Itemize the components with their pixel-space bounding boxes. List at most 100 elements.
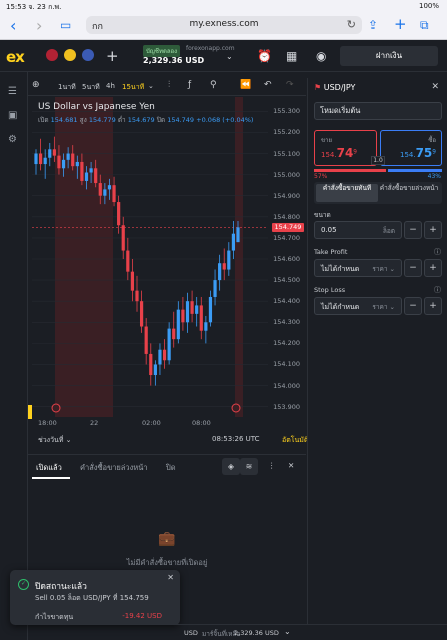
sentiment-bar bbox=[314, 169, 442, 172]
more-options-icon[interactable]: ⋮ bbox=[268, 461, 276, 470]
volume-label: ขนาด bbox=[314, 211, 331, 219]
app-header: ex + บัญชีทดลอง forexonapp.com 2,329.36 … bbox=[0, 40, 447, 72]
group-view-icon[interactable]: ◈ bbox=[222, 458, 240, 475]
toast-close-button[interactable]: ✕ bbox=[167, 573, 174, 582]
back-button[interactable]: ‹ bbox=[10, 16, 16, 35]
close-icon[interactable]: ✕ bbox=[431, 82, 439, 92]
y-tick-label: 154.800 bbox=[273, 212, 300, 221]
candle-body bbox=[43, 157, 47, 165]
event-marker-icon[interactable] bbox=[231, 403, 241, 413]
alarm-icon[interactable]: ⏰ bbox=[257, 49, 272, 63]
deposit-button[interactable]: ฝากเงิน bbox=[340, 46, 438, 66]
y-tick-label: 154.200 bbox=[273, 339, 300, 348]
redo-icon[interactable]: ↷ bbox=[286, 80, 294, 90]
timeframe-4h[interactable]: 4h bbox=[106, 82, 115, 90]
chart-type-icon[interactable]: ⫶ bbox=[168, 80, 170, 90]
date-range-selector[interactable]: ช่วงวันที่ ⌄ bbox=[38, 435, 72, 446]
volume-value: 0.05 bbox=[321, 226, 337, 234]
candle-body bbox=[158, 349, 162, 365]
y-tick-label: 154.400 bbox=[273, 297, 300, 306]
low-label: ต่ำ bbox=[117, 116, 126, 124]
stop-loss-decrease-button[interactable]: − bbox=[404, 297, 422, 315]
volume-input[interactable]: 0.05 ล็อต bbox=[314, 221, 402, 239]
timeframe-1m[interactable]: 1นาที bbox=[58, 82, 76, 93]
calendar-icon[interactable]: ▣ bbox=[8, 110, 17, 121]
timeframe-15m[interactable]: 15นาที bbox=[122, 82, 144, 93]
info-icon[interactable]: ⓘ bbox=[434, 247, 441, 257]
profile-icon[interactable]: ◉ bbox=[316, 49, 326, 63]
volume-decrease-button[interactable]: − bbox=[404, 221, 422, 239]
settings-gear-icon[interactable]: ⚙ bbox=[8, 134, 17, 145]
stop-loss-unit[interactable]: ราคา ⌄ bbox=[372, 302, 395, 312]
scroll-handle[interactable] bbox=[28, 405, 32, 419]
candle-body bbox=[71, 153, 75, 167]
price-chart[interactable]: US Dollar vs Japanese Yen เปิด 154.681 ส… bbox=[28, 97, 308, 452]
toast-pl-value: -19.42 USD bbox=[122, 612, 162, 620]
flag-icon[interactable] bbox=[46, 49, 58, 61]
stop-loss-increase-button[interactable]: + bbox=[424, 297, 442, 315]
volume-increase-button[interactable]: + bbox=[424, 221, 442, 239]
buy-button[interactable]: ซื้อ 154.759 bbox=[380, 130, 442, 166]
tab-pending-order[interactable]: คำสั่งซื้อขายล่วงหน้า bbox=[378, 184, 440, 202]
drawing-tools-icon[interactable]: ⚲ bbox=[210, 80, 217, 90]
tabs-icon[interactable]: ⧉ bbox=[420, 18, 429, 33]
x-tick-label: 08:00 bbox=[192, 419, 211, 427]
tab-closed-positions[interactable]: ปิด bbox=[166, 462, 176, 474]
auto-scale-toggle[interactable]: อัตโนมัติ bbox=[282, 435, 308, 446]
take-profit-input[interactable]: ไม่ได้กำหนด ราคา ⌄ bbox=[314, 259, 402, 277]
chevron-down-icon[interactable]: ⌄ bbox=[284, 627, 291, 636]
apps-grid-icon[interactable]: ▦ bbox=[286, 49, 297, 63]
new-tab-icon[interactable]: + bbox=[394, 15, 407, 33]
briefcase-icon: 💼 bbox=[158, 531, 176, 547]
browser-toolbar: ‹ › ▭ กก my.exness.com ↻ ⇪ + ⧉ bbox=[0, 12, 447, 40]
tab-open-positions[interactable]: เปิดแล้ว bbox=[36, 462, 62, 474]
chevron-down-icon[interactable]: ⌄ bbox=[226, 52, 233, 61]
forward-button[interactable]: › bbox=[36, 16, 42, 35]
take-profit-increase-button[interactable]: + bbox=[424, 259, 442, 277]
battery-level: 100% bbox=[418, 2, 439, 10]
add-instrument-button[interactable]: + bbox=[106, 47, 119, 65]
y-tick-label: 155.200 bbox=[273, 128, 300, 137]
stop-loss-input[interactable]: ไม่ได้กำหนด ราคา ⌄ bbox=[314, 297, 402, 315]
candle-body bbox=[57, 155, 61, 169]
add-indicator-icon[interactable]: ⊕ bbox=[32, 80, 40, 90]
info-icon[interactable]: ⓘ bbox=[434, 285, 441, 295]
free-margin-value: 2,329.36 USD bbox=[234, 629, 279, 637]
candle-body bbox=[222, 263, 226, 270]
url-bar[interactable]: กก my.exness.com ↻ bbox=[86, 16, 362, 34]
book-icon[interactable]: ▭ bbox=[60, 18, 71, 32]
y-tick-label: 155.100 bbox=[273, 149, 300, 158]
indicators-icon[interactable]: ƒ bbox=[188, 80, 191, 90]
candle-body bbox=[231, 233, 236, 251]
timeframe-5m[interactable]: 5นาที bbox=[82, 82, 100, 93]
tab-pending-orders[interactable]: คำสั่งซื้อขายล่วงหน้า bbox=[80, 462, 148, 474]
take-profit-decrease-button[interactable]: − bbox=[404, 259, 422, 277]
tab-market-order[interactable]: คำสั่งซื้อขายทันที bbox=[316, 184, 378, 202]
reload-button[interactable]: ↻ bbox=[347, 18, 356, 31]
close-icon[interactable]: ✕ bbox=[288, 461, 294, 470]
chevron-down-icon[interactable]: ⌄ bbox=[148, 82, 154, 90]
take-profit-unit[interactable]: ราคา ⌄ bbox=[372, 264, 395, 274]
sell-button[interactable]: ขาย 154.749 bbox=[314, 130, 377, 166]
flag-icon[interactable] bbox=[82, 49, 94, 61]
flag-icon[interactable] bbox=[64, 49, 76, 61]
candle-body bbox=[213, 280, 217, 297]
candle-body bbox=[61, 159, 66, 169]
candle-body bbox=[48, 149, 52, 158]
event-marker-icon[interactable] bbox=[51, 403, 61, 413]
buy-sentiment-fill bbox=[388, 169, 442, 172]
account-balance[interactable]: 2,329.36 USD bbox=[143, 56, 204, 65]
share-icon[interactable]: ⇪ bbox=[368, 18, 378, 32]
list-icon[interactable]: ☰ bbox=[8, 86, 17, 97]
chart-canvas[interactable] bbox=[28, 97, 306, 452]
rewind-icon[interactable]: ⏪ bbox=[240, 80, 251, 90]
change-value: +0.068 (+0.04%) bbox=[196, 116, 254, 124]
sell-sentiment-fill bbox=[314, 169, 386, 172]
layers-icon[interactable]: ≋ bbox=[240, 458, 258, 475]
order-mode-select[interactable]: โหมดเริ่มต้น bbox=[314, 102, 442, 120]
undo-icon[interactable]: ↶ bbox=[264, 80, 272, 90]
exness-logo[interactable]: ex bbox=[6, 48, 25, 66]
candle-body bbox=[126, 250, 130, 272]
flag-icon: ⚑ bbox=[314, 83, 322, 92]
candle-body bbox=[162, 349, 167, 361]
